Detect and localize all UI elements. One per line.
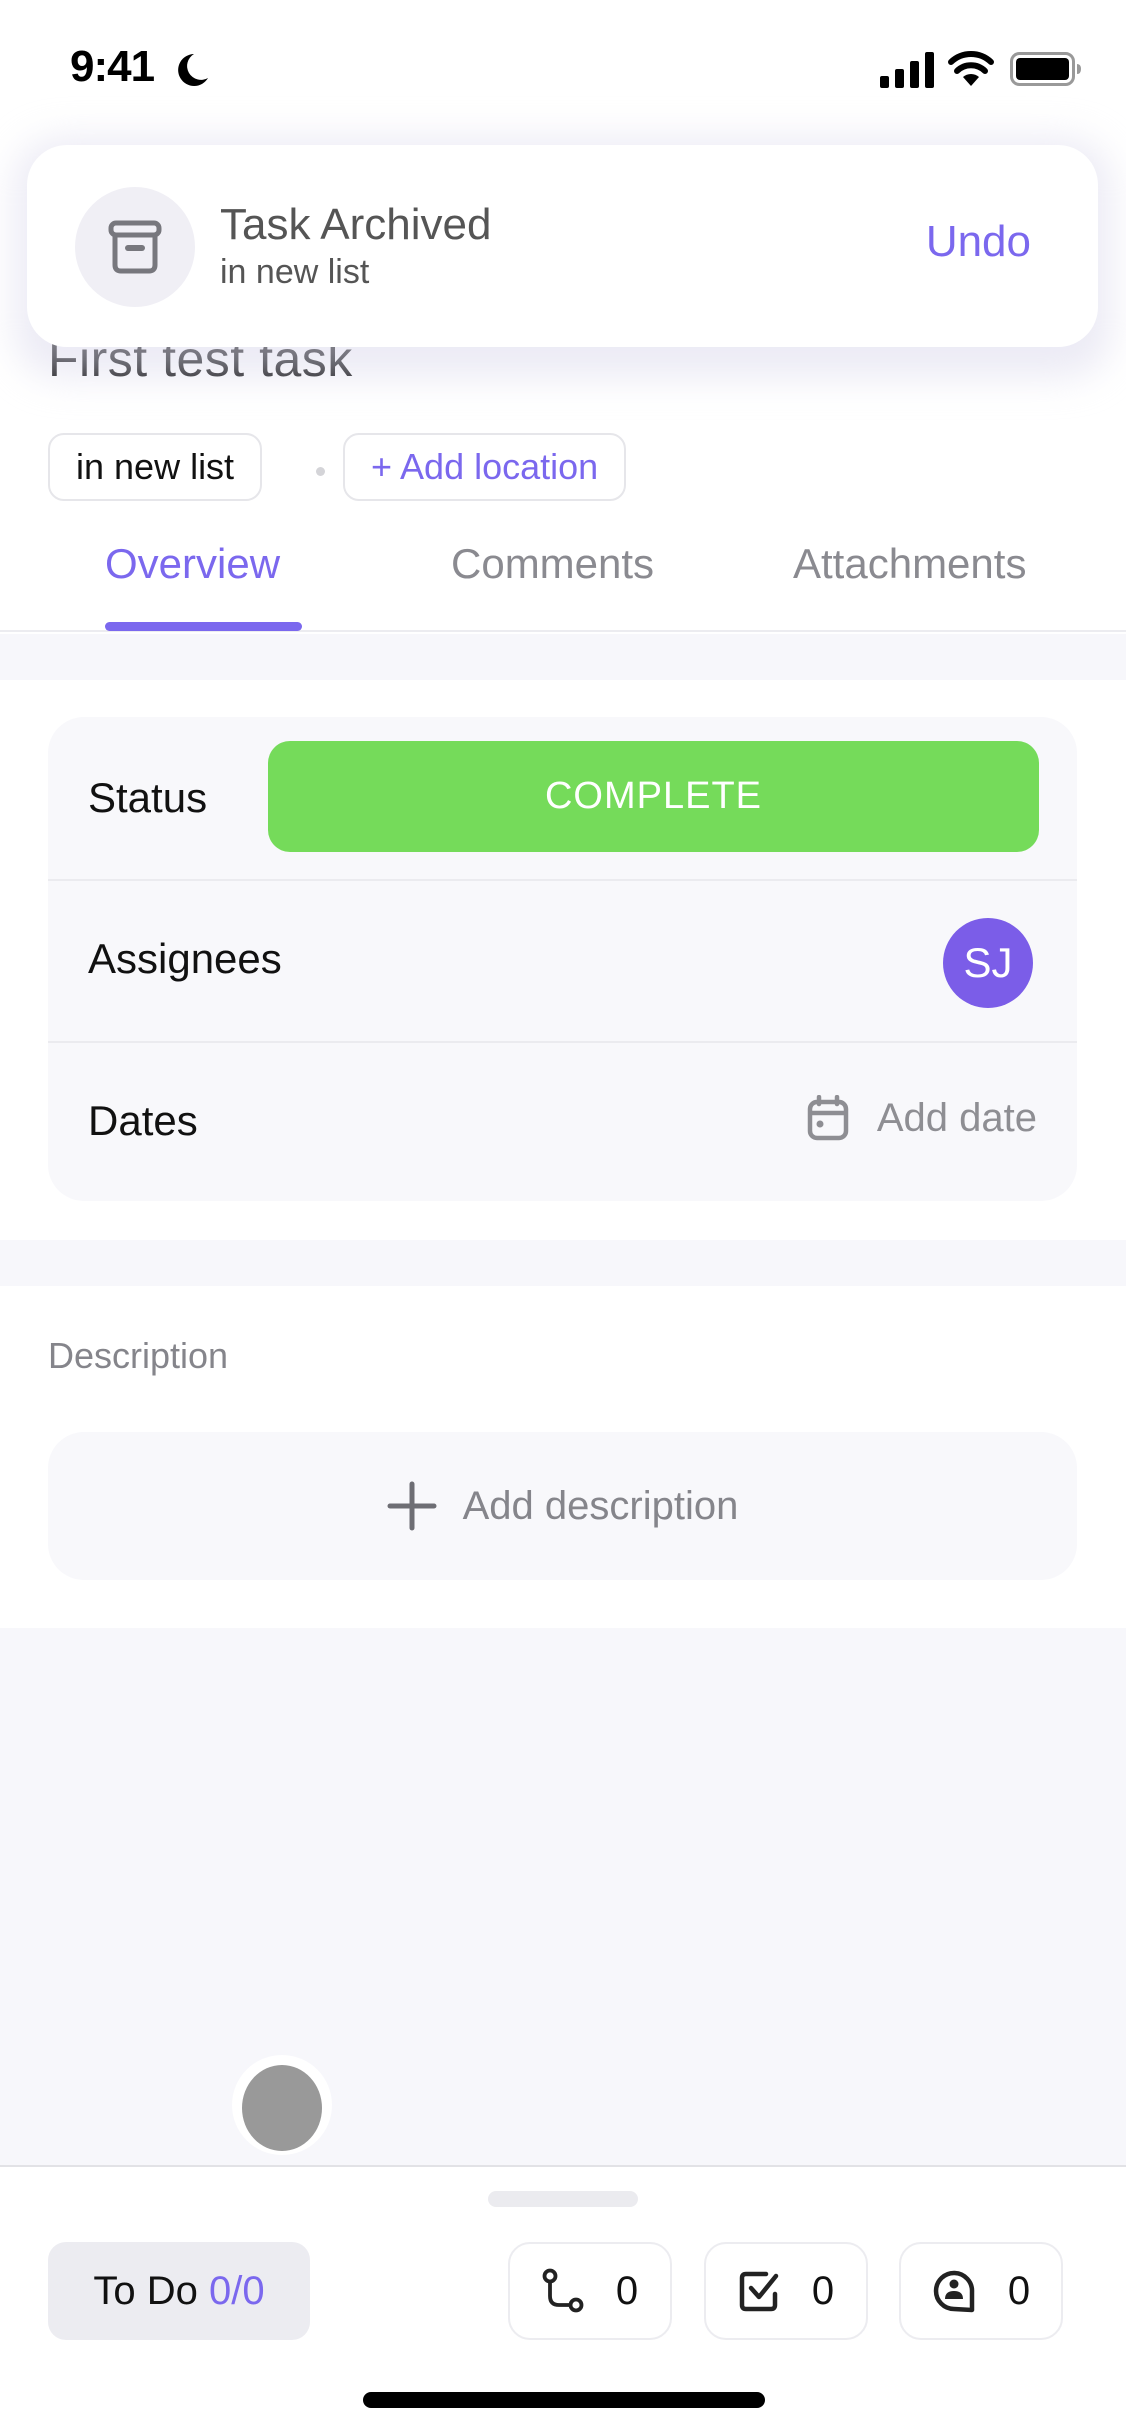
status-bar: 9:41 <box>0 0 1126 130</box>
separator-dot <box>316 467 325 476</box>
battery-icon <box>1010 52 1081 86</box>
todo-button[interactable]: To Do 0/0 <box>48 2242 310 2340</box>
subtasks-button[interactable]: 0 <box>508 2242 672 2340</box>
status-time: 9:41 <box>70 42 155 91</box>
tab-overview[interactable]: Overview <box>105 540 280 588</box>
moon-icon <box>178 54 208 86</box>
add-description-button[interactable]: Add description <box>48 1432 1077 1580</box>
status-badge[interactable]: COMPLETE <box>268 741 1039 852</box>
assignees-label: Assignees <box>88 935 282 982</box>
checklist-icon <box>739 2271 779 2312</box>
toast-icon-circle <box>75 187 195 307</box>
tab-comments[interactable]: Comments <box>451 540 654 588</box>
todo-label: To Do <box>93 2269 198 2313</box>
toast-title: Task Archived <box>220 200 492 249</box>
checklist-count: 0 <box>811 2268 835 2313</box>
tab-bar: Overview Comments Attachments <box>0 530 1126 632</box>
content-background <box>0 1628 1126 2165</box>
floating-touch-indicator <box>232 2055 332 2155</box>
assigned-comment-icon <box>933 2270 975 2313</box>
list-chip[interactable]: in new list <box>48 433 263 501</box>
description-label: Description <box>48 1335 229 1376</box>
add-description-label: Add description <box>462 1483 739 1528</box>
assignees-row[interactable]: Assignees SJ <box>48 881 1077 1041</box>
active-tab-indicator <box>105 622 302 631</box>
avatar[interactable]: SJ <box>943 918 1033 1008</box>
archived-toast: Task Archived in new list Undo <box>27 145 1098 347</box>
task-fields-card: Status COMPLETE Assignees SJ Dates Add d… <box>48 717 1077 1201</box>
todo-count: 0/0 <box>209 2269 265 2313</box>
checklist-button[interactable]: 0 <box>704 2242 868 2340</box>
section-separator <box>0 634 1126 680</box>
subtask-route-icon <box>542 2268 584 2313</box>
plus-icon <box>387 1481 437 1531</box>
dates-label: Dates <box>88 1097 198 1144</box>
assigned-comments-count: 0 <box>1007 2268 1031 2313</box>
assigned-comments-button[interactable]: 0 <box>899 2242 1063 2340</box>
home-indicator[interactable] <box>363 2392 765 2408</box>
status-label: Status <box>88 774 208 821</box>
touch-dot <box>242 2065 322 2151</box>
calendar-icon <box>807 1095 849 1141</box>
add-location-button[interactable]: + Add location <box>343 433 627 501</box>
undo-button[interactable]: Undo <box>926 217 1031 267</box>
wifi-icon <box>948 51 994 86</box>
cellular-signal-icon <box>880 52 934 88</box>
add-date-button[interactable]: Add date <box>807 1095 1037 1141</box>
subtasks-count: 0 <box>615 2268 639 2313</box>
sheet-drag-handle[interactable] <box>488 2191 638 2207</box>
archive-box-icon <box>108 220 162 274</box>
toast-subtitle: in new list <box>220 253 370 291</box>
status-row: Status COMPLETE <box>48 717 1077 879</box>
tab-attachments[interactable]: Attachments <box>793 540 1026 588</box>
section-separator <box>0 1240 1126 1286</box>
add-date-label: Add date <box>876 1095 1037 1140</box>
dates-row: Dates Add date <box>48 1043 1077 1201</box>
